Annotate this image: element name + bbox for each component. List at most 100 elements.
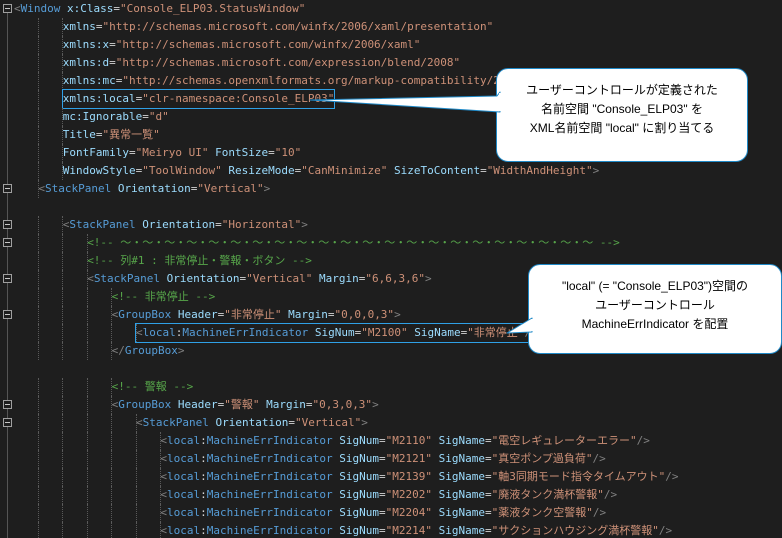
fold-toggle-icon[interactable] [3,238,12,247]
indent-guide [62,342,64,360]
code-token: SigNum [339,452,379,465]
code-token: "真空ポンプ過負荷" [491,452,593,465]
code-text: <!-- 非常停止 --> [112,288,216,306]
fold-toggle-icon[interactable] [3,184,12,193]
code-text: <local:MachineErrIndicator SigNum="M2121… [160,450,605,468]
code-text: <StackPanel Orientation="Vertical"> [136,414,368,432]
code-token: "http://schemas.microsoft.com/expression… [115,56,461,69]
code-token: Header [177,308,218,321]
code-line[interactable]: <StackPanel Orientation="Vertical"> [0,180,782,198]
code-text: <local:MachineErrIndicator SigNum="M2214… [160,522,672,538]
code-token: MachineErrIndicator [206,488,333,501]
indent-guide [38,18,39,36]
code-token: "Vertical" [246,272,313,285]
fold-toggle-icon[interactable] [3,400,12,409]
fold-toggle-icon[interactable] [3,220,12,229]
code-line[interactable]: WindowStyle="ToolWindow" ResizeMode="Can… [0,162,782,180]
indent-guide [111,324,113,342]
code-line[interactable]: <Window x:Class="Console_ELP03.StatusWin… [0,0,782,18]
code-line[interactable]: <local:MachineErrIndicator SigNum="M2121… [0,450,782,468]
code-token: Window [20,2,61,15]
code-token: > [372,398,379,411]
code-line[interactable]: <GroupBox Header="警報" Margin="0,3,0,3"> [0,396,782,414]
indent-guide [135,432,137,450]
code-token: xmlns:d [62,56,110,69]
code-line[interactable]: <local:MachineErrIndicator SigNum="M2139… [0,468,782,486]
code-line[interactable]: xmlns:x="http://schemas.microsoft.com/wi… [0,36,782,54]
code-line[interactable] [0,198,782,216]
indent-guide [135,504,137,522]
indent-guide [38,396,39,414]
code-token: "M2204" [385,506,432,519]
code-token: < [136,416,143,429]
code-text: <!-- 警報 --> [112,378,194,396]
code-token: "M2139" [385,470,432,483]
indent-guide [62,396,64,414]
code-token: MachineErrIndicator [206,524,333,537]
code-token: > [301,218,308,231]
fold-toggle-icon[interactable] [3,274,12,283]
code-token: : [200,506,207,519]
code-token: Orientation [142,218,216,231]
code-token: = [378,524,386,537]
fold-toggle-icon[interactable] [3,418,12,427]
code-token: "6,6,3,6" [365,272,425,285]
code-line[interactable]: <local:MachineErrIndicator SigNum="M2202… [0,486,782,504]
code-line[interactable]: <!-- 警報 --> [0,378,782,396]
code-token: Margin [266,398,306,411]
code-line[interactable]: <StackPanel Orientation="Vertical"> [0,414,782,432]
indent-guide [38,324,39,342]
fold-toggle-icon[interactable] [3,4,12,13]
code-token: "異常一覧" [102,128,160,141]
code-token: SigNum [339,488,379,501]
indent-guide [38,144,39,162]
code-token: = [129,146,136,159]
code-token: "警報" [224,398,260,411]
code-text: </GroupBox> [112,342,185,360]
indent-guide [62,324,64,342]
indent-guide [86,432,88,450]
indent-guide [62,468,64,486]
indent-guide [38,504,39,522]
code-token: local [167,452,201,465]
code-token: xmlns:x [62,38,110,51]
indent-guide [62,504,64,522]
code-token: "非常停止" [224,308,282,321]
code-line[interactable] [0,360,782,378]
code-token: local [142,326,176,339]
fold-toggle-icon[interactable] [3,310,12,319]
code-token: ResizeMode [228,164,295,177]
code-token: "M2202" [385,488,432,501]
code-text: <StackPanel Orientation="Vertical"> [38,180,270,198]
indent-guide [111,414,113,432]
code-token: StackPanel [69,218,136,231]
indent-guide [111,450,113,468]
indent-guide [86,396,88,414]
code-token: Orientation [117,182,191,195]
code-token: /> [603,488,618,501]
code-line[interactable]: <StackPanel Orientation="Horizontal"> [0,216,782,234]
indent-guide [86,288,88,306]
code-line[interactable]: <local:MachineErrIndicator SigNum="M2204… [0,504,782,522]
indent-guide [38,432,39,450]
code-line[interactable]: <local:MachineErrIndicator SigNum="M2110… [0,432,782,450]
code-line[interactable]: xmlns="http://schemas.microsoft.com/winf… [0,18,782,36]
code-text: mc:Ignorable="d" [63,108,169,126]
code-token: <!-- 非常停止 --> [111,290,216,303]
code-token: = [288,416,295,429]
code-line[interactable]: <!-- ～・～・～・～・～・～・～・～・～・～・～・～・～・～・～・～・～・～… [0,234,782,252]
indent-guide [38,108,39,126]
code-token: SizeToContent [393,164,481,177]
code-token: SigNum [339,434,379,447]
indent-guide [135,468,137,486]
code-line[interactable]: <local:MachineErrIndicator SigNum="M2214… [0,522,782,538]
code-token: "WidthAndHeight" [486,164,593,177]
code-token: : [200,524,207,537]
code-token: = [95,20,103,33]
